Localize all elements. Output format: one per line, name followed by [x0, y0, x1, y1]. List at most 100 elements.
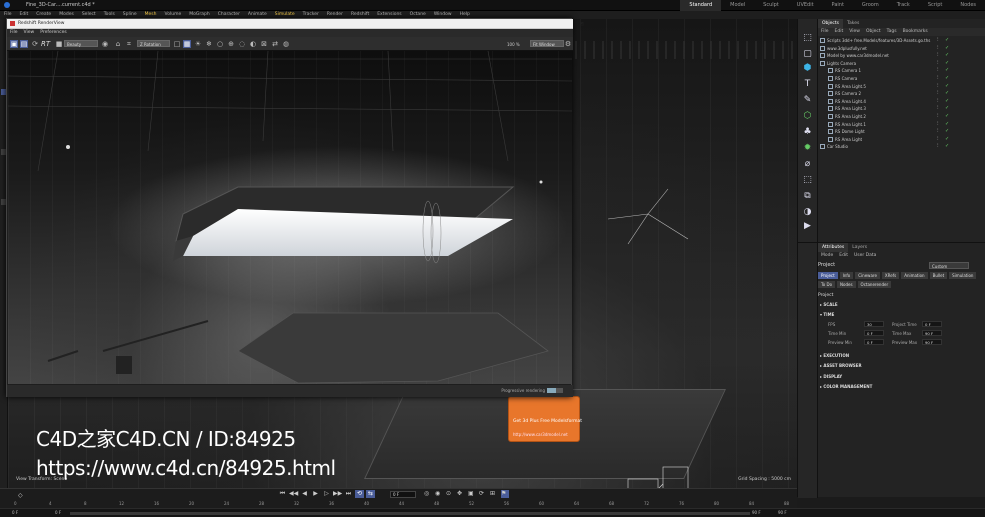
mograph-icon[interactable]: ⬡	[802, 111, 813, 122]
refresh-icon[interactable]: ⟳	[31, 40, 39, 48]
param-key-icon[interactable]: ⚑	[501, 490, 509, 498]
layout-tab-model[interactable]: Model	[721, 0, 754, 11]
page-bullet[interactable]: Bullet	[929, 272, 948, 279]
rt-toggle[interactable]: RT	[41, 40, 50, 48]
deformer-icon[interactable]: ✹	[802, 143, 813, 154]
fps-field[interactable]: 30	[864, 321, 884, 327]
range-start[interactable]: 0 F	[12, 510, 18, 515]
layout-tab-script[interactable]: Script	[919, 0, 952, 11]
enabled-check-icon[interactable]: ✓	[945, 98, 950, 104]
cube-icon[interactable]: ⬚	[802, 33, 813, 44]
camera-icon[interactable]: ▶	[802, 221, 813, 232]
list-item[interactable]: RS Area Light.1 ⁝ ✓	[818, 121, 985, 129]
grid-icon[interactable]: ▦	[183, 40, 191, 48]
range-bar[interactable]: 0 F 0 F 90 F 90 F	[0, 508, 985, 517]
section-color-management[interactable]: ▸ COLOR MANAGEMENT	[820, 384, 872, 389]
enabled-check-icon[interactable]: ✓	[945, 38, 950, 43]
current-frame-field[interactable]: 0 F	[390, 491, 416, 498]
section-scale[interactable]: ▸ SCALE	[820, 302, 838, 307]
attr-menu-edit[interactable]: Edit	[836, 252, 851, 260]
record-key-icon[interactable]: ◎	[424, 490, 432, 498]
enabled-check-icon[interactable]: ✓	[945, 68, 950, 73]
ipr-button-icon[interactable]: ▤	[20, 40, 28, 48]
visibility-toggle[interactable]: ⁝	[937, 98, 942, 104]
time-min-field[interactable]: 0 F	[864, 330, 884, 336]
layout-tab-sculpt[interactable]: Sculpt	[754, 0, 788, 11]
project-time-field[interactable]: 0 F	[922, 321, 942, 327]
region-icon[interactable]: □	[173, 40, 181, 48]
close-button[interactable]: ✕	[580, 22, 584, 27]
layout-tab-nodes[interactable]: Nodes	[951, 0, 985, 11]
enabled-check-icon[interactable]: ✓	[945, 129, 950, 134]
enabled-check-icon[interactable]: ✓	[945, 83, 950, 89]
visibility-toggle[interactable]: ⁝	[937, 45, 942, 51]
obj-menu-bookmarks[interactable]: Bookmarks	[900, 28, 931, 36]
obj-menu-view[interactable]: View	[846, 28, 863, 36]
visibility-toggle[interactable]: ⁝	[937, 106, 942, 111]
aov-select[interactable]: Beauty	[64, 40, 98, 47]
visibility-toggle[interactable]: ⁝	[937, 60, 942, 66]
loop-icon[interactable]: ⟲	[355, 490, 364, 498]
page-cineware[interactable]: Cineware	[855, 272, 880, 279]
range-end[interactable]: 90 F	[778, 510, 787, 515]
preview-max-field[interactable]: 90 F	[922, 339, 942, 345]
list-item[interactable]: RS Area Light.5 ⁝ ✓	[818, 83, 985, 91]
attributes-mode-select[interactable]: Custom	[929, 262, 969, 269]
list-item[interactable]: RS Area Light.4 ⁝ ✓	[818, 98, 985, 106]
enabled-check-icon[interactable]: ✓	[945, 91, 950, 96]
enabled-check-icon[interactable]: ✓	[945, 75, 950, 81]
prev-key-icon[interactable]: ◀◀	[289, 490, 298, 498]
time-max-field[interactable]: 90 F	[922, 330, 942, 336]
render-mode-select[interactable]: Z Rotation	[137, 40, 170, 47]
tab-attributes[interactable]: Attributes	[818, 243, 849, 252]
page-xrefs[interactable]: XRefs	[881, 272, 900, 279]
sun-icon[interactable]: ☀	[194, 40, 202, 48]
compare-icon[interactable]: ⊠	[260, 40, 268, 48]
tab-layers[interactable]: Layers	[848, 243, 871, 252]
visibility-toggle[interactable]: ⁝	[937, 75, 942, 81]
motion-icon[interactable]: ✥	[457, 490, 465, 498]
go-to-end-icon[interactable]: ⏭	[344, 490, 353, 498]
layout-tab-uvedit[interactable]: UVEdit	[788, 0, 823, 11]
list-item[interactable]: Scripts 3dd+ free.Models/features/3D-Ass…	[818, 37, 985, 45]
fit-window-select[interactable]: Fit Window	[530, 40, 564, 47]
hexagon-icon[interactable]: ⬢	[802, 63, 813, 74]
snow-icon[interactable]: ❄	[205, 40, 213, 48]
list-item[interactable]: RS Dome Light ⁝ ✓	[818, 128, 985, 136]
range-slider[interactable]	[70, 512, 750, 515]
render-button-icon[interactable]: ▣	[10, 40, 18, 48]
section-asset-browser[interactable]: ▸ ASSET BROWSER	[820, 363, 862, 368]
range-end-preview[interactable]: 90 F	[752, 510, 761, 515]
list-item[interactable]: RS Camera ⁝ ✓	[818, 75, 985, 83]
obj-menu-object[interactable]: Object	[863, 28, 884, 36]
crop-icon[interactable]: ⌗	[125, 40, 133, 48]
scale-key-icon[interactable]: ▣	[468, 490, 476, 498]
box-icon[interactable]: ▢	[802, 49, 813, 60]
redshift-render-view-window[interactable]: Redshift RenderView – ▢ ✕ File View Pref…	[6, 18, 584, 397]
layout-tab-track[interactable]: Track	[888, 0, 919, 11]
sphere-icon[interactable]: ○	[216, 40, 224, 48]
list-item[interactable]: Car Studio ⁝ ✓	[818, 143, 985, 151]
list-item[interactable]: RS Area Light.3 ⁝ ✓	[818, 105, 985, 113]
flip-icon[interactable]: ⇄	[271, 40, 279, 48]
playhead-icon[interactable]: ◇	[18, 492, 23, 499]
page-simulation[interactable]: Simulation	[949, 272, 977, 279]
visibility-toggle[interactable]: ⁝	[937, 83, 942, 89]
exposure-icon[interactable]: ◐	[249, 40, 257, 48]
enabled-check-icon[interactable]: ✓	[945, 45, 950, 51]
page-project[interactable]: Project	[818, 272, 838, 279]
visibility-toggle[interactable]: ⁝	[937, 144, 942, 149]
prev-frame-icon[interactable]: ◀	[300, 490, 309, 498]
attr-menu-mode[interactable]: Mode	[818, 252, 836, 260]
selection-icon[interactable]: ⬚	[802, 175, 813, 186]
target-icon[interactable]: ⊕	[227, 40, 235, 48]
render-view-titlebar[interactable]: Redshift RenderView – ▢ ✕	[7, 19, 584, 29]
rv-menu-preferences[interactable]: Preferences	[37, 29, 69, 37]
tab-objects[interactable]: Objects	[818, 19, 844, 28]
page-info[interactable]: Info	[839, 272, 854, 279]
enabled-check-icon[interactable]: ✓	[945, 60, 950, 66]
list-item[interactable]: Lights Camera ⁝ ✓	[818, 60, 985, 68]
layout-tab-groom[interactable]: Groom	[853, 0, 888, 11]
timeline[interactable]: ⏮ ◀◀ ◀ ▶ ▷ ▶▶ ⏭ ⟲ ⇆ 0 F ◎ ◉ ⊙ ✥ ▣ ⟳ ⊞ ⚑ …	[0, 488, 797, 508]
attr-menu-user-data[interactable]: User Data	[851, 252, 879, 260]
